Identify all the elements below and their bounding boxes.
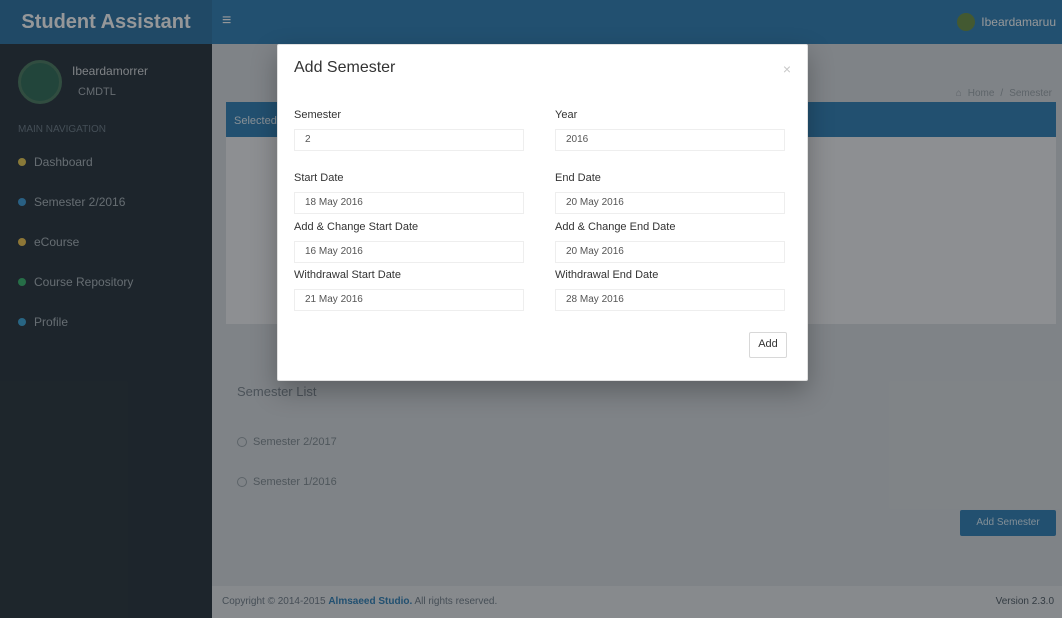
withdrawal-start-label: Withdrawal Start Date xyxy=(294,269,401,281)
add-change-end-label: Add & Change End Date xyxy=(555,221,676,233)
start-date-label: Start Date xyxy=(294,172,344,184)
end-date-label: End Date xyxy=(555,172,601,184)
semester-field-group: Semester 2 xyxy=(294,109,524,151)
add-semester-modal: Add Semester × Semester 2 Year 2016 Star… xyxy=(277,44,808,381)
add-change-end-input[interactable]: 20 May 2016 xyxy=(555,241,785,263)
add-change-end-field-group: Add & Change End Date 20 May 2016 xyxy=(555,221,785,263)
year-input[interactable]: 2016 xyxy=(555,129,785,151)
add-change-start-field-group: Add & Change Start Date 16 May 2016 xyxy=(294,221,524,263)
withdrawal-start-input[interactable]: 21 May 2016 xyxy=(294,289,524,311)
end-date-field-group: End Date 20 May 2016 xyxy=(555,172,785,214)
modal-title: Add Semester xyxy=(294,59,396,76)
close-icon[interactable]: × xyxy=(783,61,791,77)
semester-input[interactable]: 2 xyxy=(294,129,524,151)
withdrawal-end-label: Withdrawal End Date xyxy=(555,269,659,281)
start-date-field-group: Start Date 18 May 2016 xyxy=(294,172,524,214)
withdrawal-start-field-group: Withdrawal Start Date 21 May 2016 xyxy=(294,269,524,311)
year-label: Year xyxy=(555,109,578,121)
withdrawal-end-field-group: Withdrawal End Date 28 May 2016 xyxy=(555,269,785,311)
add-change-start-input[interactable]: 16 May 2016 xyxy=(294,241,524,263)
end-date-input[interactable]: 20 May 2016 xyxy=(555,192,785,214)
add-button[interactable]: Add xyxy=(749,332,787,358)
withdrawal-end-input[interactable]: 28 May 2016 xyxy=(555,289,785,311)
semester-label: Semester xyxy=(294,109,342,121)
year-field-group: Year 2016 xyxy=(555,109,785,151)
start-date-input[interactable]: 18 May 2016 xyxy=(294,192,524,214)
app-shell: Student Assistant ≡ Ibeardamaruu Ibearda… xyxy=(0,0,1062,618)
add-change-start-label: Add & Change Start Date xyxy=(294,221,419,233)
